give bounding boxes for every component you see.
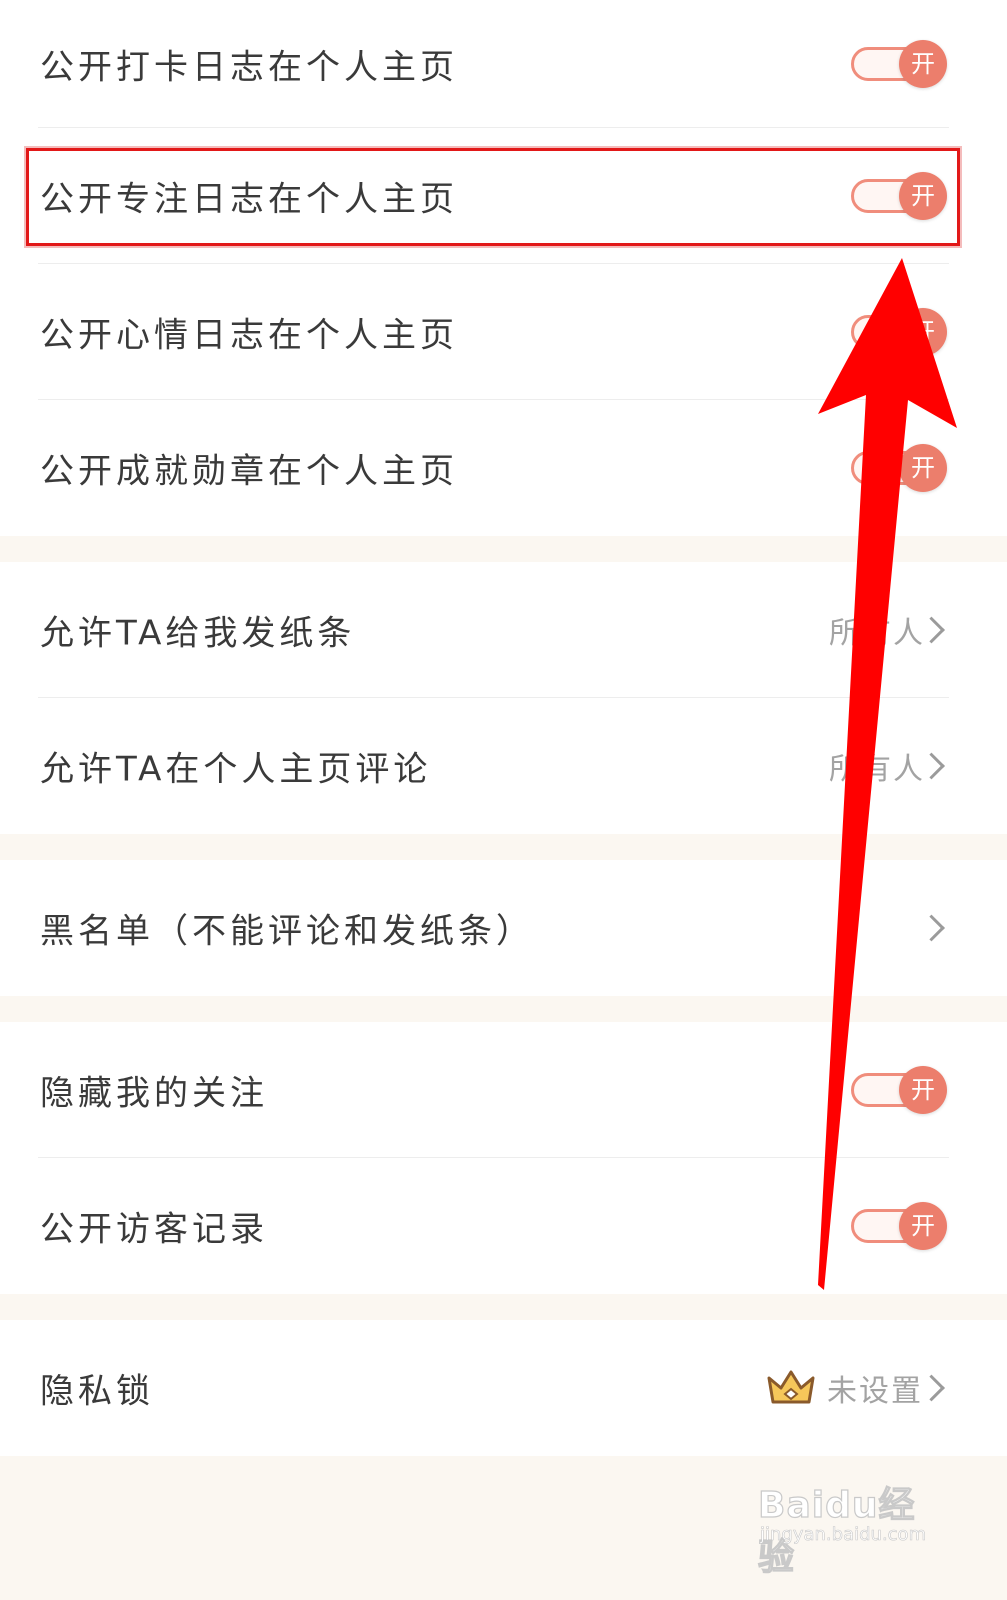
chevron-right-icon [918,914,945,942]
toggle-knob: 开 [899,308,947,356]
row-label: 公开打卡日志在个人主页 [40,47,458,88]
toggle-knob: 开 [899,1202,947,1250]
hide-following-toggle[interactable]: 开 [851,1066,947,1114]
public-visitor-record-toggle[interactable]: 开 [851,1202,947,1250]
privacy-lock-section: 隐私锁 未设置 [0,1320,1007,1456]
row-label: 隐私锁 [40,1371,154,1412]
public-logs-section: 公开打卡日志在个人主页 开 公开专注日志在个人主页 开 公开心情日志在个人主页 … [0,0,1007,536]
public-visitor-record-row[interactable]: 公开访客记录 开 [0,1158,1007,1294]
public-checkin-log-row[interactable]: 公开打卡日志在个人主页 开 [0,0,1007,128]
watermark: Baidu经验 jingyan.baidu.com [757,1458,948,1578]
row-label: 允许TA在个人主页评论 [40,749,432,790]
row-value: 所有人 [829,752,925,787]
row-label: 公开专注日志在个人主页 [40,179,458,220]
row-label: 允许TA给我发纸条 [40,613,356,654]
row-label: 公开心情日志在个人主页 [40,315,458,356]
allow-notes-row[interactable]: 允许TA给我发纸条 所有人 [0,562,1007,698]
row-label: 隐藏我的关注 [40,1073,268,1114]
toggle-knob: 开 [899,1066,947,1114]
crown-icon [767,1370,815,1404]
public-achievement-badges-toggle[interactable]: 开 [851,444,947,492]
permissions-section: 允许TA给我发纸条 所有人 允许TA在个人主页评论 所有人 [0,562,1007,834]
public-focus-log-row[interactable]: 公开专注日志在个人主页 开 [0,128,1007,264]
visibility-section: 隐藏我的关注 开 公开访客记录 开 [0,1022,1007,1294]
public-focus-log-toggle[interactable]: 开 [851,172,947,220]
watermark-url: jingyan.baidu.com [760,1524,927,1546]
row-value: 未设置 [827,1374,923,1409]
public-mood-log-row[interactable]: 公开心情日志在个人主页 开 [0,264,1007,400]
allow-comments-row[interactable]: 允许TA在个人主页评论 所有人 [0,698,1007,834]
hide-following-row[interactable]: 隐藏我的关注 开 [0,1022,1007,1158]
privacy-lock-row[interactable]: 隐私锁 未设置 [0,1320,1007,1456]
watermark-logo: Baidu经验 [757,1484,916,1578]
row-label: 公开成就勋章在个人主页 [40,451,458,492]
toggle-knob: 开 [899,444,947,492]
toggle-knob: 开 [899,172,947,220]
public-checkin-log-toggle[interactable]: 开 [851,40,947,88]
blacklist-row[interactable]: 黑名单（不能评论和发纸条） [0,860,1007,996]
row-label: 公开访客记录 [40,1209,268,1250]
row-label: 黑名单（不能评论和发纸条） [40,911,534,952]
row-value: 所有人 [829,616,925,651]
public-mood-log-toggle[interactable]: 开 [851,308,947,356]
toggle-knob: 开 [899,40,947,88]
public-achievement-badges-row[interactable]: 公开成就勋章在个人主页 开 [0,400,1007,536]
blacklist-section: 黑名单（不能评论和发纸条） [0,860,1007,996]
